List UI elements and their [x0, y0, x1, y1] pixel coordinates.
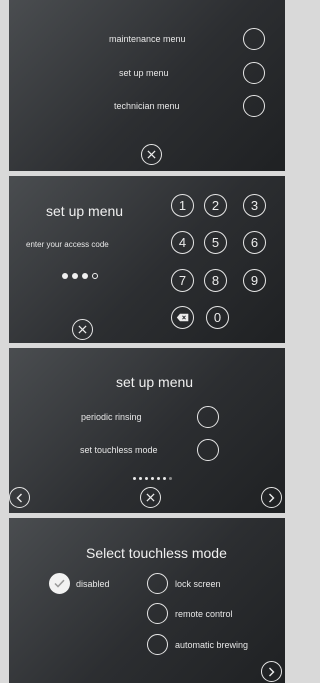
chevron-left-icon: [16, 493, 22, 502]
close-icon: [78, 325, 87, 334]
keypad-key-8[interactable]: 8: [204, 269, 227, 292]
menu-item-setup-label: set up menu: [119, 68, 169, 78]
keypad-key-2[interactable]: 2: [204, 194, 227, 217]
chevron-right-icon: [269, 667, 275, 676]
setup-menu-panel: set up menu periodic rinsing set touchle…: [9, 348, 285, 513]
backspace-button[interactable]: [171, 306, 194, 329]
next-page-button[interactable]: [261, 487, 282, 508]
page-dot: [145, 477, 148, 480]
close-button[interactable]: [140, 487, 161, 508]
page-dot: [133, 477, 136, 480]
page-dot: [151, 477, 154, 480]
code-dot: [82, 273, 88, 279]
keypad-key-6[interactable]: 6: [243, 231, 266, 254]
option-remote-control-radio[interactable]: [147, 603, 168, 624]
code-dot: [72, 273, 78, 279]
check-icon: [54, 579, 65, 588]
access-code-prompt: enter your access code: [26, 240, 109, 249]
keypad-key-3[interactable]: 3: [243, 194, 266, 217]
page-dot: [169, 477, 172, 480]
access-code-panel: set up menu enter your access code 1 2 3…: [9, 176, 285, 343]
close-icon: [146, 493, 155, 502]
setup-item-periodic-rinsing-button[interactable]: [197, 406, 219, 428]
option-disabled-label: disabled: [76, 579, 110, 589]
previous-page-button[interactable]: [9, 487, 30, 508]
panel-title: set up menu: [116, 374, 194, 390]
menu-item-setup-button[interactable]: [243, 62, 265, 84]
keypad-key-1[interactable]: 1: [171, 194, 194, 217]
close-button[interactable]: [72, 319, 93, 340]
option-lock-screen-radio[interactable]: [147, 573, 168, 594]
next-page-button[interactable]: [261, 661, 282, 682]
close-icon: [147, 150, 156, 159]
main-menu-panel: maintenance menu set up menu technician …: [9, 0, 285, 171]
panel-title: set up menu: [46, 203, 124, 219]
page-dot: [157, 477, 160, 480]
option-lock-screen-label: lock screen: [175, 579, 221, 589]
menu-item-maintenance-label: maintenance menu: [109, 34, 186, 44]
setup-item-periodic-rinsing-label: periodic rinsing: [81, 412, 142, 422]
keypad-key-0[interactable]: 0: [206, 306, 229, 329]
keypad-key-5[interactable]: 5: [204, 231, 227, 254]
menu-item-technician-button[interactable]: [243, 95, 265, 117]
option-automatic-brewing-label: automatic brewing: [175, 640, 249, 650]
page-dot: [163, 477, 166, 480]
keypad-key-4[interactable]: 4: [171, 231, 194, 254]
option-automatic-brewing-radio[interactable]: [147, 634, 168, 655]
setup-item-touchless-mode-button[interactable]: [197, 439, 219, 461]
page-indicator: [133, 477, 172, 480]
page-dot: [139, 477, 142, 480]
menu-item-maintenance-button[interactable]: [243, 28, 265, 50]
backspace-icon: [176, 313, 189, 322]
menu-item-technician-label: technician menu: [114, 101, 180, 111]
setup-item-touchless-mode-label: set touchless mode: [80, 445, 158, 455]
keypad-key-7[interactable]: 7: [171, 269, 194, 292]
code-dot: [92, 273, 98, 279]
panel-title: Select touchless mode: [86, 545, 227, 561]
close-button[interactable]: [141, 144, 162, 165]
keypad-key-9[interactable]: 9: [243, 269, 266, 292]
code-indicator: [62, 273, 98, 279]
code-dot: [62, 273, 68, 279]
option-disabled-radio[interactable]: [49, 573, 70, 594]
touchless-mode-panel: Select touchless mode disabled lock scre…: [9, 518, 285, 683]
chevron-right-icon: [269, 493, 275, 502]
option-remote-control-label: remote control: [175, 609, 233, 619]
